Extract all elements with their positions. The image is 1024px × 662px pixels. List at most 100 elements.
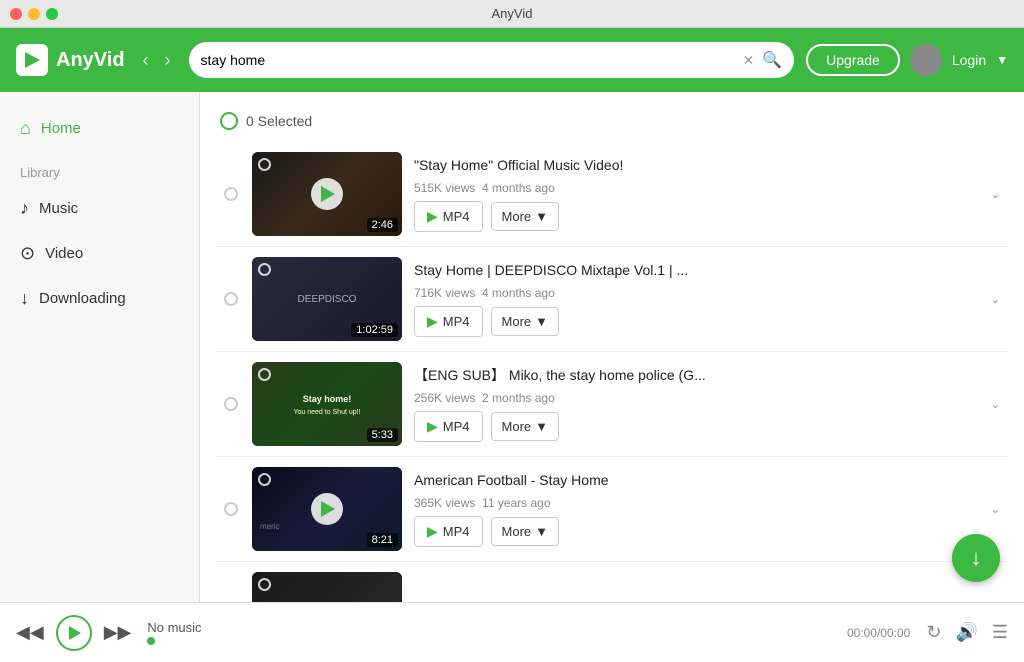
upgrade-button[interactable]: Upgrade — [806, 44, 900, 76]
search-bar: ✕ 🔍 — [189, 42, 795, 78]
more-chevron-icon: ▼ — [535, 314, 548, 329]
duration-badge: 2:46 — [367, 218, 398, 232]
thumbnail: Stay home! You need to Shut up!! 5:33 — [252, 362, 402, 446]
sidebar-item-home[interactable]: ⌂ Home — [0, 108, 199, 149]
minimize-button[interactable] — [28, 8, 40, 20]
window-controls[interactable] — [10, 8, 58, 20]
row-radio[interactable] — [224, 292, 238, 306]
sidebar-downloading-label: Downloading — [39, 290, 126, 307]
close-button[interactable] — [10, 8, 22, 20]
thumbnail: DEEPDISCO 1:02:59 — [252, 257, 402, 341]
thumbnail: 2:46 — [252, 152, 402, 236]
item-title: American Football - Stay Home — [414, 471, 979, 489]
mp4-button[interactable]: ▶ MP4 — [414, 201, 483, 232]
item-meta: 716K views 4 months ago — [414, 286, 979, 300]
play-button[interactable] — [56, 615, 92, 651]
app-name: AnyVid — [56, 49, 125, 72]
mp4-icon: ▶ — [427, 523, 438, 540]
player-info: No music — [147, 620, 831, 645]
item-actions: ▶ MP4 More ▼ — [414, 411, 979, 442]
avatar — [910, 44, 942, 76]
more-label: More — [502, 419, 532, 434]
bottom-player: ◀◀ ▶▶ No music 00:00/00:00 ↻ 🔊 ☰ — [0, 602, 1024, 662]
player-controls: ◀◀ ▶▶ — [16, 615, 131, 651]
thumb-radio[interactable] — [258, 578, 271, 591]
mp4-button[interactable]: ▶ MP4 — [414, 306, 483, 337]
mp4-icon: ▶ — [427, 418, 438, 435]
logo-icon — [16, 44, 48, 76]
item-info: American Football - Stay Home 365K views… — [414, 471, 979, 546]
download-fab[interactable]: ↓ — [952, 534, 1000, 582]
mp4-label: MP4 — [443, 524, 470, 539]
previous-button[interactable]: ◀◀ — [16, 622, 44, 643]
home-icon: ⌂ — [20, 118, 31, 139]
next-button[interactable]: ▶▶ — [104, 622, 132, 643]
row-radio[interactable] — [224, 187, 238, 201]
titlebar: AnyVid — [0, 0, 1024, 28]
back-button[interactable]: ‹ — [137, 46, 155, 75]
item-info: "Stay Home" Official Music Video! 515K v… — [414, 156, 979, 231]
nav-buttons[interactable]: ‹ › — [137, 46, 177, 75]
mp4-button[interactable]: ▶ MP4 — [414, 411, 483, 442]
list-item: 2:46 "Stay Home" Official Music Video! 5… — [216, 142, 1008, 247]
login-label[interactable]: Login — [952, 52, 986, 68]
more-chevron-icon: ▼ — [535, 209, 548, 224]
item-meta: 365K views 11 years ago — [414, 496, 979, 510]
sidebar-library-label: Library — [0, 153, 199, 184]
sidebar-item-downloading[interactable]: ↓ Downloading — [0, 278, 199, 319]
maximize-button[interactable] — [46, 8, 58, 20]
search-icon[interactable]: 🔍 — [762, 50, 782, 70]
content-area: 0 Selected 2:46 "Stay Home" Official Mus… — [200, 92, 1024, 602]
item-info: Stay Home | DEEPDISCO Mixtape Vol.1 | ..… — [414, 261, 979, 336]
sidebar-music-label: Music — [39, 200, 78, 217]
thumb-radio[interactable] — [258, 263, 271, 276]
logo-area: AnyVid — [16, 44, 125, 76]
video-icon: ⊙ — [20, 243, 35, 264]
playlist-button[interactable]: ☰ — [992, 622, 1008, 643]
dropdown-arrow-icon[interactable]: ▼ — [996, 53, 1008, 67]
item-meta: 515K views 4 months ago — [414, 181, 979, 195]
expand-icon[interactable]: ⌄ — [991, 398, 1000, 411]
item-title: "Stay Home" Official Music Video! — [414, 156, 979, 174]
expand-icon[interactable]: ⌄ — [991, 188, 1000, 201]
item-info: 【ENG SUB】 Miko, the stay home police (G.… — [414, 366, 979, 441]
select-all-circle[interactable] — [220, 112, 238, 130]
duration-badge: 1:02:59 — [351, 323, 398, 337]
header-right: Upgrade Login ▼ — [806, 44, 1008, 76]
more-button[interactable]: More ▼ — [491, 517, 560, 546]
row-radio[interactable] — [224, 397, 238, 411]
search-input[interactable] — [201, 52, 735, 68]
select-bar: 0 Selected — [216, 104, 1008, 142]
thumb-radio[interactable] — [258, 158, 271, 171]
sidebar-item-video[interactable]: ⊙ Video — [0, 233, 199, 274]
more-button[interactable]: More ▼ — [491, 202, 560, 231]
sidebar-home-label: Home — [41, 120, 81, 137]
thumb-radio[interactable] — [258, 368, 271, 381]
sidebar-item-music[interactable]: ♪ Music — [0, 188, 199, 229]
more-chevron-icon: ▼ — [535, 419, 548, 434]
repeat-button[interactable]: ↻ — [926, 622, 941, 643]
expand-icon[interactable]: ⌄ — [991, 503, 1000, 516]
row-radio-wrap — [224, 397, 240, 411]
item-actions: ▶ MP4 More ▼ — [414, 306, 979, 337]
search-clear-icon[interactable]: ✕ — [742, 52, 754, 69]
more-button[interactable]: More ▼ — [491, 307, 560, 336]
mp4-label: MP4 — [443, 419, 470, 434]
player-time: 00:00/00:00 — [847, 626, 910, 640]
more-label: More — [502, 209, 532, 224]
mp4-button[interactable]: ▶ MP4 — [414, 516, 483, 547]
list-item: Stay home! You need to Shut up!! 5:33 【E… — [216, 352, 1008, 457]
row-radio[interactable] — [224, 502, 238, 516]
no-music-label: No music — [147, 620, 831, 635]
sidebar-video-label: Video — [45, 245, 83, 262]
thumb-radio[interactable] — [258, 473, 271, 486]
row-radio-wrap — [224, 292, 240, 306]
expand-icon[interactable]: ⌄ — [991, 293, 1000, 306]
volume-button[interactable]: 🔊 — [955, 622, 977, 643]
download-icon: ↓ — [20, 288, 29, 309]
row-radio-wrap — [224, 187, 240, 201]
forward-button[interactable]: › — [159, 46, 177, 75]
item-title: 【ENG SUB】 Miko, the stay home police (G.… — [414, 366, 979, 384]
more-button[interactable]: More ▼ — [491, 412, 560, 441]
results-list: 2:46 "Stay Home" Official Music Video! 5… — [216, 142, 1008, 602]
